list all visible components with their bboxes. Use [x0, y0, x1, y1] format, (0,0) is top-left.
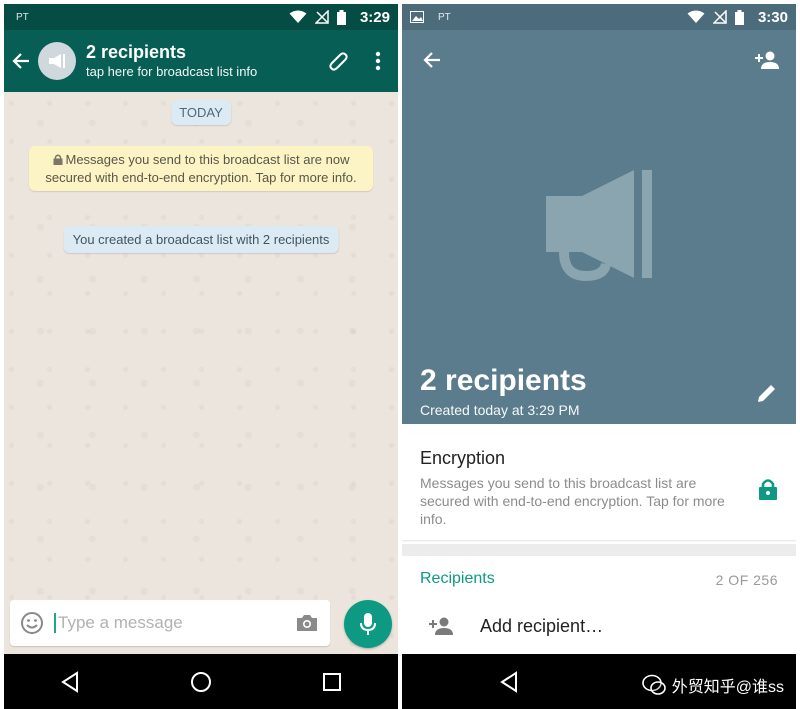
carrier-label: PT [16, 11, 29, 23]
add-recipient-row[interactable]: Add recipient… [402, 606, 796, 646]
nav-recents-icon [323, 672, 342, 691]
nav-back-icon [60, 670, 78, 693]
recipients-count: 2 OF 256 [715, 572, 778, 588]
chat-messages[interactable]: TODAY Messages you send to this broadcas… [4, 92, 398, 654]
status-bar: PT 3:29 [4, 4, 398, 30]
more-options-button[interactable] [358, 41, 398, 81]
lock-icon [53, 154, 62, 165]
nav-back-button[interactable] [479, 662, 539, 702]
camera-button[interactable] [292, 608, 322, 638]
back-arrow-icon [423, 52, 440, 68]
status-bar: PT 3:30 [402, 4, 796, 30]
encryption-notice-text: Messages you send to this broadcast list… [45, 152, 357, 185]
camera-icon [297, 615, 317, 631]
attach-button[interactable] [318, 41, 358, 81]
wifi-icon [687, 10, 705, 23]
edit-icon [758, 385, 775, 402]
emoji-icon [21, 612, 43, 634]
broadcast-hero: 2 recipients Created today at 3:29 PM [402, 30, 796, 424]
chat-title: 2 recipients [86, 42, 187, 62]
broadcast-avatar[interactable] [38, 42, 76, 80]
edit-name-button[interactable] [754, 380, 780, 406]
section-divider [402, 544, 796, 556]
nav-home-button[interactable] [171, 662, 231, 702]
chat-header[interactable]: 2 recipients tap here for broadcast list… [4, 30, 398, 92]
watermark-text: 外贸知乎@谁ss [671, 679, 784, 696]
add-person-icon [755, 51, 779, 69]
lock-icon [759, 479, 777, 500]
broadcast-title: 2 recipients [420, 364, 587, 397]
back-button[interactable] [418, 46, 446, 74]
broadcast-icon [49, 54, 65, 68]
system-nav-bar [4, 654, 398, 709]
recipients-section: Recipients 2 OF 256 Add recipient… [402, 556, 796, 656]
add-participant-button[interactable] [752, 46, 782, 74]
nav-back-button[interactable] [40, 662, 100, 702]
wifi-icon [289, 10, 307, 23]
message-input[interactable] [54, 613, 292, 633]
emoji-button[interactable] [18, 609, 46, 637]
attach-icon [329, 52, 348, 71]
clock: 3:29 [359, 8, 390, 26]
battery-icon [734, 9, 744, 25]
clock: 3:30 [757, 8, 788, 26]
header-titles[interactable]: 2 recipients tap here for broadcast list… [86, 41, 318, 81]
nav-home-icon [190, 671, 211, 692]
more-vert-icon [375, 51, 381, 71]
encryption-description: Messages you send to this broadcast list… [420, 475, 725, 527]
recipients-title: Recipients [420, 570, 495, 587]
encryption-section[interactable]: Encryption Messages you send to this bro… [402, 434, 796, 540]
nav-back-icon [500, 670, 517, 693]
battery-icon [336, 9, 346, 25]
voice-record-button[interactable] [344, 600, 392, 648]
message-composer [10, 600, 330, 646]
signal-icon [314, 10, 329, 24]
nav-recents-button[interactable] [302, 662, 362, 702]
broadcast-info-screen: PT 3:30 2 recipients Created today at 3:… [402, 4, 796, 709]
back-arrow-icon [12, 53, 29, 69]
back-button[interactable] [10, 50, 32, 72]
watermark: 外贸知乎@谁ss [641, 673, 784, 697]
wechat-icon [641, 674, 666, 695]
add-recipient-label: Add recipient… [480, 615, 604, 636]
date-divider: TODAY [171, 100, 231, 125]
encryption-notice[interactable]: Messages you send to this broadcast list… [29, 146, 373, 191]
mic-icon [360, 613, 376, 635]
chat-subtitle: tap here for broadcast list info [86, 64, 258, 79]
chat-screen: PT 3:29 2 recipients tap here for broadc… [4, 4, 398, 709]
image-notification-icon [410, 11, 424, 23]
carrier-label: PT [438, 11, 451, 23]
system-message: You created a broadcast list with 2 reci… [63, 226, 339, 253]
broadcast-created: Created today at 3:29 PM [420, 402, 580, 418]
add-person-icon [429, 617, 453, 635]
encryption-title: Encryption [420, 448, 506, 468]
signal-icon [712, 10, 727, 24]
broadcast-icon [546, 170, 652, 282]
